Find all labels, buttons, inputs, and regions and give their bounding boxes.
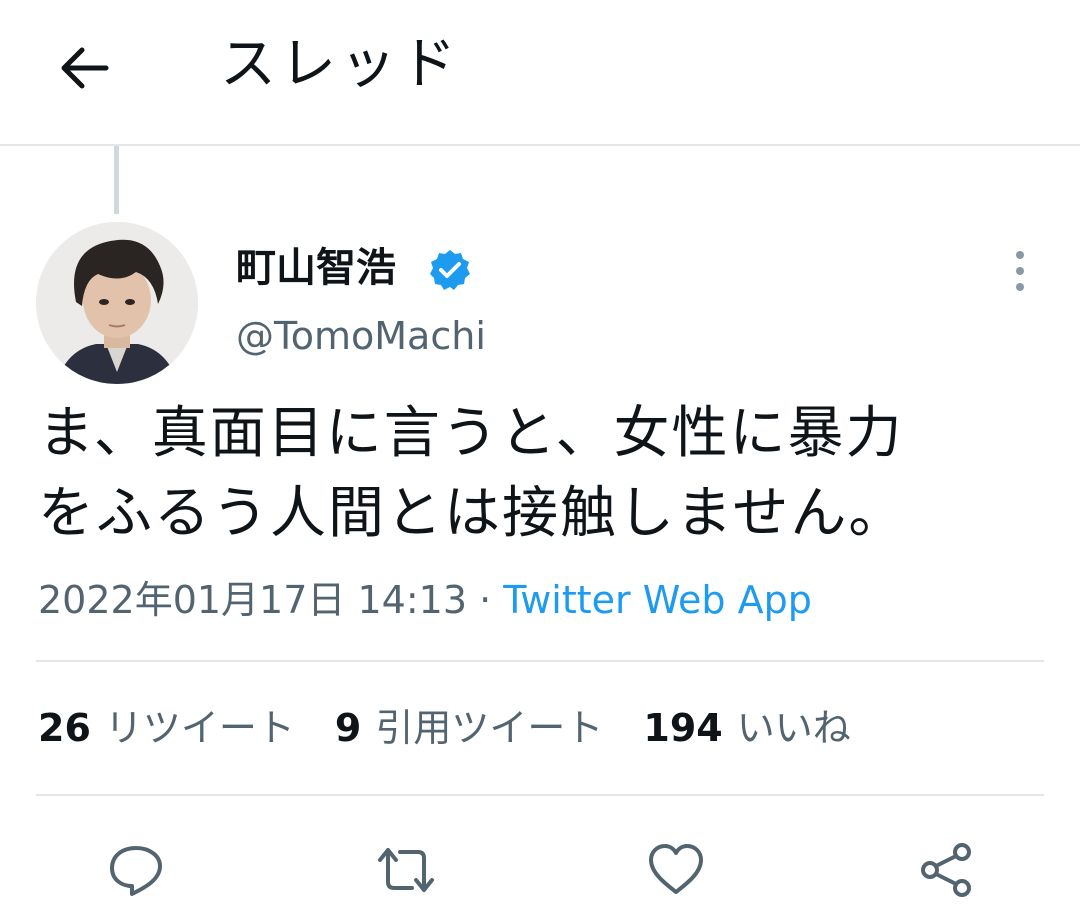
tweet-text: ま、真面目に言うと、女性に暴力 をふるう人間とは接触しません。 <box>38 394 1048 554</box>
retweet-button[interactable] <box>366 830 446 910</box>
retweets-count: 26 <box>38 706 91 750</box>
user-handle[interactable]: @TomoMachi <box>236 308 486 364</box>
quotes-label: 引用ツイート <box>375 706 604 750</box>
verified-badge-icon <box>430 250 470 290</box>
likes-stat[interactable]: 194 いいね <box>643 700 850 756</box>
quotes-count: 9 <box>334 706 362 750</box>
tweet-source-link[interactable]: Twitter Web App <box>503 578 812 622</box>
heart-icon <box>649 844 703 894</box>
meta-separator: · <box>467 578 504 622</box>
tweet-text-line: をふるう人間とは接触しません。 <box>38 481 907 546</box>
like-button[interactable] <box>636 830 716 910</box>
quotes-stat[interactable]: 9 引用ツイート <box>335 700 603 756</box>
divider <box>36 660 1044 662</box>
share-icon <box>921 843 971 897</box>
likes-count: 194 <box>643 706 723 750</box>
action-bar <box>0 830 1080 910</box>
tweet-text-line: ま、真面目に言うと、女性に暴力 <box>38 401 904 466</box>
tweet-timestamp[interactable]: 2022年01月17日 14:13 <box>38 578 467 622</box>
avatar[interactable] <box>36 222 198 384</box>
retweets-label: リツイート <box>104 706 295 750</box>
retweet-icon <box>378 848 434 892</box>
display-name[interactable]: 町山智浩 <box>236 240 396 296</box>
reply-button[interactable] <box>96 830 176 910</box>
divider <box>36 794 1044 796</box>
reply-icon <box>110 846 162 896</box>
tweet-stats: 26 リツイート 9 引用ツイート 194 いいね <box>38 700 891 756</box>
thread-connector-line <box>114 146 119 214</box>
share-button[interactable] <box>906 830 986 910</box>
back-button[interactable] <box>54 40 114 96</box>
tweet-meta: 2022年01月17日 14:13 · Twitter Web App <box>38 572 812 628</box>
more-options-button[interactable] <box>1002 246 1038 296</box>
top-bar: スレッド <box>0 0 1080 146</box>
arrow-left-icon <box>61 47 109 89</box>
likes-label: いいね <box>736 706 851 750</box>
retweets-stat[interactable]: 26 リツイート <box>38 700 295 756</box>
more-dot-icon <box>1016 267 1024 275</box>
more-dot-icon <box>1016 283 1024 291</box>
avatar-image <box>36 222 198 384</box>
page-title: スレッド <box>220 32 460 97</box>
more-dot-icon <box>1016 251 1024 259</box>
